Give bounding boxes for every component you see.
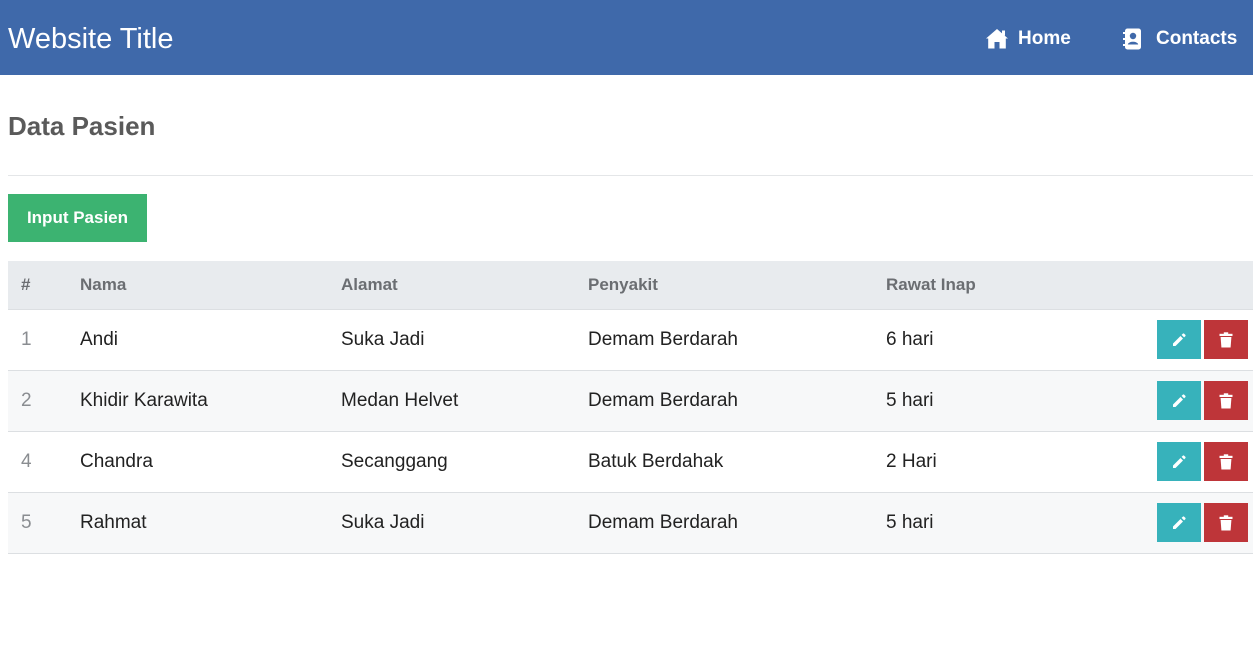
patient-table-container: # Nama Alamat Penyakit Rawat Inap 1 Andi… [8, 261, 1253, 554]
cell-nama: Andi [80, 328, 119, 350]
cell-number: 5 [21, 511, 32, 533]
edit-button[interactable] [1157, 381, 1201, 420]
cell-penyakit: Demam Berdarah [588, 389, 738, 411]
table-header-row: # Nama Alamat Penyakit Rawat Inap [8, 261, 1253, 310]
trash-icon [1219, 331, 1233, 347]
delete-button[interactable] [1204, 442, 1248, 481]
pencil-icon [1173, 393, 1186, 407]
cell-alamat: Suka Jadi [341, 511, 425, 533]
table-row: 5 Rahmat Suka Jadi Demam Berdarah 5 hari [8, 492, 1253, 553]
delete-button[interactable] [1204, 320, 1248, 359]
trash-icon [1219, 392, 1233, 408]
header-alamat: Alamat [341, 261, 588, 310]
page-title: Data Pasien [8, 111, 156, 141]
cell-number: 4 [21, 450, 32, 472]
nav-link-contacts[interactable]: Contacts [1123, 25, 1237, 53]
header-penyakit: Penyakit [588, 261, 886, 310]
pencil-icon [1173, 454, 1186, 468]
nav-link-home-label: Home [1018, 28, 1071, 49]
cell-penyakit: Demam Berdarah [588, 328, 738, 350]
edit-button[interactable] [1157, 503, 1201, 542]
header-actions [1146, 261, 1253, 310]
header-nama: Nama [80, 261, 341, 310]
cell-penyakit: Demam Berdarah [588, 511, 738, 533]
cell-penyakit: Batuk Berdahak [588, 450, 724, 472]
cell-number: 2 [21, 389, 32, 411]
edit-button[interactable] [1157, 442, 1201, 481]
pencil-icon [1173, 332, 1186, 346]
cell-alamat: Suka Jadi [341, 328, 425, 350]
nav-link-contacts-label: Contacts [1156, 28, 1238, 49]
cell-rawat-inap: 6 hari [886, 328, 934, 350]
cell-nama: Rahmat [80, 511, 147, 533]
table-row: 2 Khidir Karawita Medan Helvet Demam Ber… [8, 370, 1253, 431]
navbar: Website Title Home Contacts [0, 0, 1253, 75]
delete-button[interactable] [1204, 381, 1248, 420]
cell-rawat-inap: 5 hari [886, 389, 934, 411]
cell-actions [1146, 431, 1253, 492]
cell-actions [1146, 492, 1253, 553]
cell-nama: Chandra [80, 450, 153, 472]
cell-actions [1146, 370, 1253, 431]
header-number: # [8, 261, 80, 310]
title-divider [8, 175, 1253, 176]
input-pasien-button[interactable]: Input Pasien [8, 194, 147, 242]
cell-actions [1146, 309, 1253, 370]
table-row: 4 Chandra Secanggang Batuk Berdahak 2 Ha… [8, 431, 1253, 492]
cell-rawat-inap: 2 Hari [886, 450, 937, 472]
cell-nama: Khidir Karawita [80, 389, 208, 411]
cell-rawat-inap: 5 hari [886, 511, 934, 533]
site-brand[interactable]: Website Title [8, 20, 173, 58]
table-row: 1 Andi Suka Jadi Demam Berdarah 6 hari [8, 309, 1253, 370]
trash-icon [1219, 453, 1233, 469]
home-icon [985, 28, 1009, 50]
edit-button[interactable] [1157, 320, 1201, 359]
cell-number: 1 [21, 328, 32, 350]
delete-button[interactable] [1204, 503, 1248, 542]
cell-alamat: Medan Helvet [341, 389, 459, 411]
trash-icon [1219, 514, 1233, 530]
nav-link-home[interactable]: Home [985, 25, 1071, 53]
header-rawat-inap: Rawat Inap [886, 261, 1146, 310]
patient-table: # Nama Alamat Penyakit Rawat Inap 1 Andi… [8, 261, 1253, 554]
cell-alamat: Secanggang [341, 450, 448, 472]
pencil-icon [1173, 515, 1186, 529]
address-book-icon [1123, 28, 1147, 50]
